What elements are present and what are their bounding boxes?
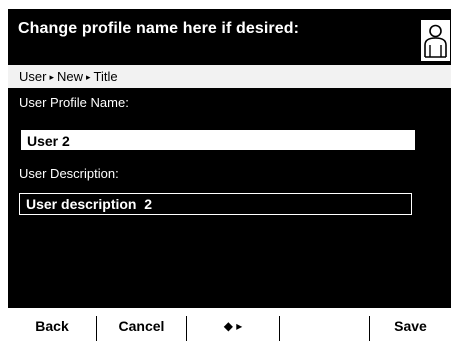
save-button[interactable]: Save — [370, 308, 451, 341]
form-area: User Profile Name: User 2 User Descripti… — [8, 88, 451, 308]
breadcrumb-bar: User ▸ New ▸ Title — [8, 65, 451, 88]
header-bar: Change profile name here if desired: — [8, 9, 451, 65]
page-title: Change profile name here if desired: — [18, 20, 299, 37]
breadcrumb-item-user: User — [19, 69, 47, 84]
breadcrumb: User ▸ New ▸ Title — [19, 69, 118, 84]
cancel-button[interactable]: Cancel — [97, 308, 186, 341]
breadcrumb-separator-icon: ▸ — [86, 72, 91, 82]
navigate-arrows-button[interactable]: ◆ ▸ — [187, 308, 279, 341]
description-input[interactable]: User description 2 — [19, 193, 412, 215]
back-button[interactable]: Back — [8, 308, 96, 341]
user-profile-icon — [420, 19, 451, 62]
description-input-value: User description 2 — [26, 196, 153, 212]
empty-softkey[interactable] — [280, 308, 369, 341]
breadcrumb-item-new: New — [56, 69, 83, 84]
description-label: User Description: — [19, 166, 119, 181]
profile-name-input[interactable]: User 2 — [19, 128, 417, 152]
breadcrumb-separator-icon: ▸ — [49, 72, 54, 82]
breadcrumb-item-title: Title — [93, 69, 118, 84]
screen: Change profile name here if desired: Use… — [0, 0, 459, 341]
softkey-bar: Back Cancel ◆ ▸ Save — [8, 308, 451, 341]
profile-name-label: User Profile Name: — [19, 95, 129, 110]
